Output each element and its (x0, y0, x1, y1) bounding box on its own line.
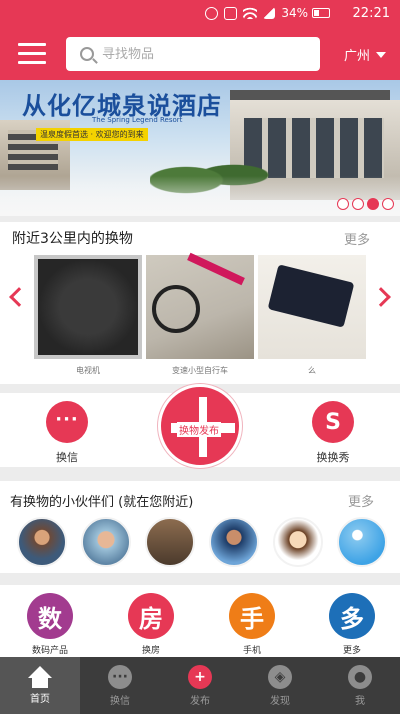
message-label: 换信 (56, 451, 78, 464)
status-icons: 34% (205, 6, 330, 20)
plus-icon: + (188, 664, 212, 689)
friends-section: 有换物的小伙伴们 (就在您附近) 更多 (0, 481, 400, 573)
nearby-section: 附近3公里内的换物 更多 电视机 变速小型自行车 么 (0, 222, 400, 384)
category-digital-icon: 数 (27, 593, 73, 639)
friends-more-link[interactable]: 更多 (348, 491, 374, 510)
publish-label: 换物发布 (177, 422, 221, 437)
battery-icon (312, 8, 330, 18)
category-label: 手机 (242, 646, 261, 656)
nearby-title: 附近3公里内的换物 (12, 231, 133, 247)
s-logo-icon: S (312, 401, 354, 443)
category-more[interactable]: 多 更多 (322, 593, 382, 656)
nav-messages[interactable]: ··· 换信 (80, 657, 160, 714)
chat-bubble-icon: ··· (46, 401, 88, 443)
avatar[interactable] (81, 517, 131, 567)
wifi-icon (243, 7, 258, 19)
nearby-item[interactable]: 变速小型自行车 (146, 255, 254, 376)
message-button[interactable]: ··· 换信 (46, 401, 88, 465)
swap-show-label: 换换秀 (316, 451, 350, 464)
top-bar: 广州 (0, 28, 400, 80)
nearby-list: 电视机 变速小型自行车 么 (34, 255, 366, 376)
nearby-item[interactable]: 么 (258, 255, 366, 376)
city-selector[interactable]: 广州 (344, 45, 386, 64)
nav-publish[interactable]: + 发布 (160, 657, 240, 714)
nav-me[interactable]: ● 我 (320, 657, 400, 714)
tv-photo (34, 255, 142, 359)
banner-carousel[interactable]: 从化亿城泉说酒店 The Spring Legend Resort 温泉度假首选… (0, 80, 400, 216)
bottom-nav: 首页 ··· 换信 + 发布 ◈ 发现 ● 我 (0, 657, 400, 714)
nav-label: 我 (355, 695, 365, 707)
city-label: 广州 (343, 49, 370, 64)
category-house[interactable]: 房 换房 (121, 593, 181, 656)
signal-icon (263, 7, 276, 19)
search-input[interactable] (102, 46, 302, 62)
battery-percent: 34% (281, 6, 308, 20)
nearby-more-link[interactable]: 更多 (344, 229, 370, 248)
chat-icon: ··· (108, 664, 132, 689)
nearby-item[interactable]: 电视机 (34, 255, 142, 376)
category-more-icon: 多 (329, 593, 375, 639)
clock: 22:21 (352, 6, 390, 21)
bike-photo (146, 255, 254, 359)
avatar[interactable] (273, 517, 323, 567)
chevron-right-icon[interactable] (371, 287, 391, 307)
friends-title: 有换物的小伙伴们 (就在您附近) (10, 495, 194, 510)
compass-icon: ◈ (268, 664, 292, 689)
nav-discover[interactable]: ◈ 发现 (240, 657, 320, 714)
status-bar: 34% 22:21 (0, 0, 400, 28)
chevron-left-icon[interactable] (9, 287, 29, 307)
carousel-dot[interactable] (382, 198, 394, 210)
alarm-icon (224, 6, 238, 20)
category-digital[interactable]: 数 数码产品 (20, 593, 80, 656)
nav-label: 换信 (110, 695, 130, 707)
banner-mist (0, 176, 400, 216)
carousel-dot[interactable] (352, 198, 364, 210)
banner-subtitle: The Spring Legend Resort (92, 116, 183, 124)
search-icon (80, 47, 94, 61)
category-row: 数 数码产品 房 换房 手 手机 多 更多 (0, 585, 400, 657)
category-label: 换房 (141, 646, 160, 656)
home-icon (28, 666, 52, 688)
category-phone-icon: 手 (229, 593, 275, 639)
search-box[interactable] (66, 37, 320, 71)
avatar[interactable] (145, 517, 195, 567)
swap-show-button[interactable]: S 换换秀 (312, 401, 354, 465)
carousel-dot[interactable] (337, 198, 349, 210)
category-label: 更多 (342, 646, 361, 656)
category-label: 数码产品 (31, 646, 68, 656)
person-icon: ● (348, 664, 372, 689)
menu-icon[interactable] (18, 43, 46, 65)
nav-label: 发布 (190, 695, 210, 707)
nav-label: 发现 (270, 695, 290, 707)
publish-button[interactable]: 换物发布 (158, 384, 242, 468)
avatar[interactable] (17, 517, 67, 567)
avatar[interactable] (337, 517, 387, 567)
banner-tag: 温泉度假首选 · 欢迎您的到来 (36, 128, 148, 141)
friends-avatars (17, 517, 387, 567)
nearby-item-caption: 么 (308, 366, 316, 375)
avatar[interactable] (209, 517, 259, 567)
nav-home[interactable]: 首页 (0, 657, 80, 714)
nav-label: 首页 (30, 694, 50, 705)
category-house-icon: 房 (128, 593, 174, 639)
category-phone[interactable]: 手 手机 (222, 593, 282, 656)
nearby-item-caption: 变速小型自行车 (172, 366, 228, 375)
chevron-down-icon (376, 51, 386, 58)
pouch-photo (258, 255, 366, 359)
nearby-item-caption: 电视机 (76, 366, 100, 375)
carousel-dot-active[interactable] (367, 198, 379, 210)
sync-icon (205, 6, 219, 20)
carousel-dots (337, 198, 394, 210)
